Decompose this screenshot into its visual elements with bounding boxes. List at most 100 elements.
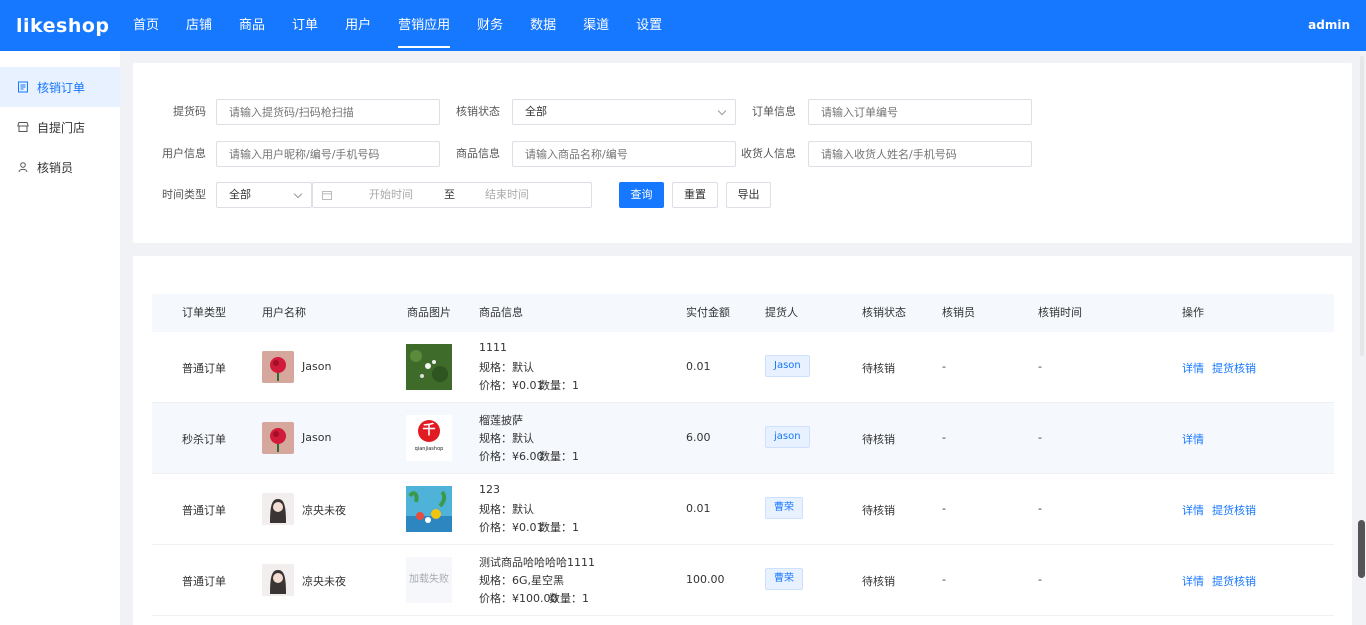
scrollbar-track[interactable] <box>1360 56 1364 356</box>
scrollbar-thumb[interactable] <box>1358 520 1365 578</box>
nav-item-channel[interactable]: 渠道 <box>570 0 622 51</box>
order-info-input[interactable] <box>808 99 1032 125</box>
col-verify-status: 核销状态 <box>862 306 906 319</box>
order-type: 普通订单 <box>182 362 226 375</box>
receiver-info-label: 收货人信息 <box>741 147 796 160</box>
goods-spec: 规格：默认 <box>479 503 534 516</box>
girl-avatar-image <box>262 493 294 525</box>
user-name: 凉央未夜 <box>302 504 346 517</box>
nav-item-shop[interactable]: 店铺 <box>173 0 225 51</box>
verify-status-select[interactable]: 全部 <box>512 99 736 125</box>
order-type: 普通订单 <box>182 575 226 588</box>
nav-item-home[interactable]: 首页 <box>120 0 172 51</box>
detail-link[interactable]: 详情 <box>1182 360 1204 376</box>
date-range-picker[interactable]: 开始时间 至 结束时间 <box>312 182 592 208</box>
paid-amount: 0.01 <box>686 360 711 373</box>
chevron-down-icon <box>717 106 727 116</box>
verify-status-label: 核销状态 <box>456 105 500 118</box>
col-paid-amount: 实付金额 <box>686 306 730 319</box>
col-verify-time: 核销时间 <box>1038 306 1082 319</box>
picker-tag: jason <box>765 426 810 448</box>
goods-name: 123 <box>479 483 500 496</box>
calendar-icon <box>322 191 332 200</box>
receiver-info-input[interactable] <box>808 141 1032 167</box>
nav-item-users[interactable]: 用户 <box>332 0 384 51</box>
goods-name: 1111 <box>479 341 507 354</box>
top-navbar: likeshop 首页 店铺 商品 订单 用户 营销应用 财务 数据 渠道 设置… <box>0 0 1366 51</box>
nav-item-settings[interactable]: 设置 <box>623 0 675 51</box>
shop-logo-text: qianjiashop <box>414 446 444 452</box>
pickup-code-label: 提货码 <box>173 105 206 118</box>
verify-status: 待核销 <box>862 575 895 588</box>
picker-tag: 曹荣 <box>765 568 803 590</box>
cartoon-photo-image <box>406 486 452 532</box>
table-row: 普通订单 凉央未夜 加载失败 测试商品哈哈哈哈1111 规格：6G,星空黑 价格… <box>152 545 1334 616</box>
goods-name: 榴莲披萨 <box>479 414 523 427</box>
reset-button[interactable]: 重置 <box>672 182 718 208</box>
table-row: 普通订单 Jason 1111 规格：默认 价格：¥0.01 数量：1 0.01… <box>152 332 1334 403</box>
verifier: - <box>942 360 946 373</box>
sidebar-item-verify-orders[interactable]: 核销订单 <box>0 67 120 107</box>
order-info-label: 订单信息 <box>752 105 796 118</box>
goods-qty: 数量：1 <box>549 592 589 605</box>
avatar <box>262 493 294 525</box>
avatar <box>262 422 294 454</box>
detail-link[interactable]: 详情 <box>1182 573 1204 589</box>
query-button[interactable]: 查询 <box>619 182 664 208</box>
goods-spec: 规格：默认 <box>479 432 534 445</box>
main-nav: 首页 店铺 商品 订单 用户 营销应用 财务 数据 渠道 设置 <box>120 0 676 51</box>
verify-time: - <box>1038 431 1042 444</box>
goods-info-input[interactable] <box>512 141 736 167</box>
shop-logo-mark: 千 <box>418 420 440 442</box>
detail-link[interactable]: 详情 <box>1182 502 1204 518</box>
chevron-down-icon <box>293 189 303 199</box>
pickup-verify-link[interactable]: 提货核销 <box>1212 573 1256 589</box>
nav-item-marketing[interactable]: 营销应用 <box>385 0 463 51</box>
verify-time: - <box>1038 502 1042 515</box>
user-info-input[interactable] <box>216 141 440 167</box>
verify-status-value: 全部 <box>525 105 547 118</box>
time-type-select[interactable]: 全部 <box>216 182 312 208</box>
pickup-verify-link[interactable]: 提货核销 <box>1212 502 1256 518</box>
goods-spec: 规格：默认 <box>479 361 534 374</box>
goods-image <box>406 344 452 390</box>
flower-photo-image <box>406 344 452 390</box>
store-icon <box>17 122 29 132</box>
nav-item-orders[interactable]: 订单 <box>279 0 331 51</box>
export-button[interactable]: 导出 <box>726 182 771 208</box>
paid-amount: 6.00 <box>686 431 711 444</box>
verifier: - <box>942 431 946 444</box>
sidebar-item-label: 核销订单 <box>37 80 86 95</box>
goods-qty: 数量：1 <box>539 379 579 392</box>
goods-qty: 数量：1 <box>539 450 579 463</box>
col-order-type: 订单类型 <box>182 306 226 319</box>
picker-tag: Jason <box>765 355 810 377</box>
verifier: - <box>942 573 946 586</box>
avatar <box>262 564 294 596</box>
verify-status: 待核销 <box>862 504 895 517</box>
orders-table: 订单类型 用户名称 商品图片 商品信息 实付金额 提货人 核销状态 核销员 核销… <box>133 256 1352 625</box>
girl-avatar-image <box>262 564 294 596</box>
goods-name: 测试商品哈哈哈哈1111 <box>479 556 595 569</box>
end-time-placeholder: 结束时间 <box>485 188 529 201</box>
sidebar-item-pickup-stores[interactable]: 自提门店 <box>0 107 120 147</box>
avatar <box>262 351 294 383</box>
sidebar-item-verifiers[interactable]: 核销员 <box>0 147 120 187</box>
verify-status: 待核销 <box>862 433 895 446</box>
col-verifier: 核销员 <box>942 306 975 319</box>
col-goods-image: 商品图片 <box>407 306 451 319</box>
user-menu[interactable]: admin <box>1308 0 1350 51</box>
app-logo[interactable]: likeshop <box>0 15 120 37</box>
verify-time: - <box>1038 573 1042 586</box>
table-row: 秒杀订单 Jason 千 qianjiashop 榴莲披萨 规格：默认 价格：¥… <box>152 403 1334 474</box>
goods-info-label: 商品信息 <box>456 147 500 160</box>
nav-item-goods[interactable]: 商品 <box>226 0 278 51</box>
nav-item-data[interactable]: 数据 <box>517 0 569 51</box>
col-goods-info: 商品信息 <box>479 306 523 319</box>
pickup-code-input[interactable] <box>216 99 440 125</box>
nav-item-finance[interactable]: 财务 <box>464 0 516 51</box>
pickup-verify-link[interactable]: 提货核销 <box>1212 360 1256 376</box>
col-picker: 提货人 <box>765 306 798 319</box>
user-info-label: 用户信息 <box>162 147 206 160</box>
detail-link[interactable]: 详情 <box>1182 431 1204 447</box>
